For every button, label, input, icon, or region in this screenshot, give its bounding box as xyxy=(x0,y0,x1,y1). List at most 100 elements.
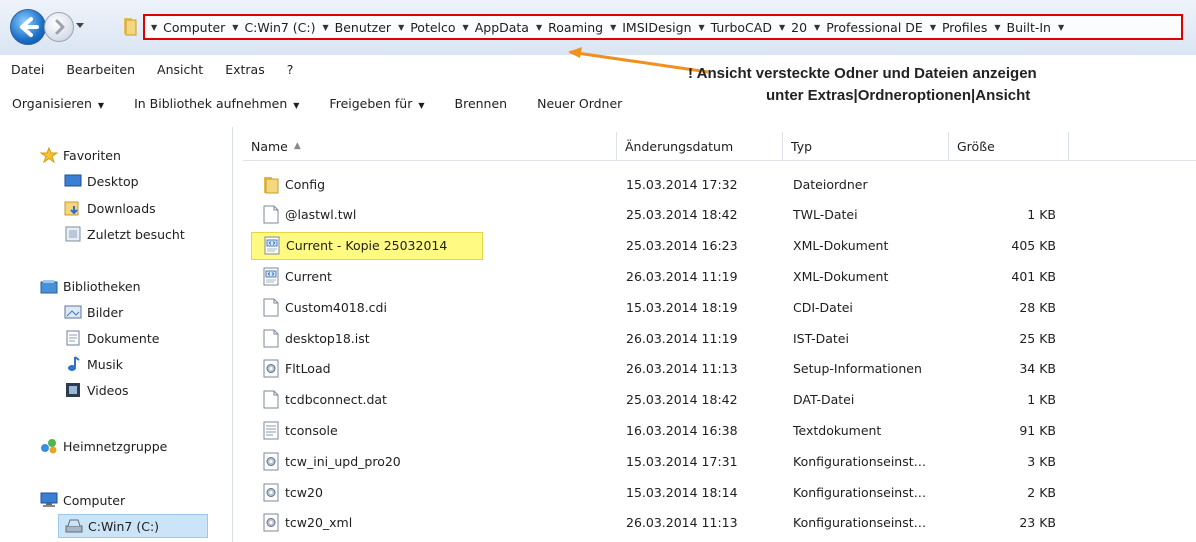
downloads-icon xyxy=(64,200,82,216)
sidebar-item-desktop[interactable]: Desktop xyxy=(64,173,139,189)
column-date[interactable]: Änderungsdatum xyxy=(617,132,783,160)
libraries-icon xyxy=(40,278,58,294)
file-name: tcw_ini_upd_pro20 xyxy=(285,453,401,469)
sidebar-label: Favoriten xyxy=(63,147,121,163)
file-name: Config xyxy=(285,176,326,192)
config-icon xyxy=(263,359,279,378)
annotation-line-1: ! Ansicht versteckte Odner und Dateien a… xyxy=(688,65,1037,82)
file-name: @lastwl.twl xyxy=(285,207,357,223)
sort-ascending-icon: ▲ xyxy=(293,141,301,151)
file-size: 1 KB xyxy=(1027,392,1056,408)
file-type: TWL-Datei xyxy=(793,207,858,223)
file-row[interactable]: Custom4018.cdi 15.03.2014 18:19 CDI-Datei 2… xyxy=(243,293,1196,321)
file-row[interactable]: tcw20 15.03.2014 18:14 Konfigurationseinst… xyxy=(243,478,1196,506)
sidebar-label: Heimnetzgruppe xyxy=(63,438,168,454)
file-name: FltLoad xyxy=(285,361,331,377)
sidebar-item-libraries[interactable]: Bibliotheken xyxy=(40,278,141,294)
file-icon xyxy=(263,205,279,224)
folder-icon xyxy=(263,175,279,194)
column-name[interactable]: Name ▲ xyxy=(243,132,617,160)
sidebar-label: Dokumente xyxy=(87,330,160,346)
file-size: 401 KB xyxy=(1011,268,1056,284)
file-row[interactable]: Config 15.03.2014 17:32 Dateiordner xyxy=(243,170,1196,198)
file-size: 28 KB xyxy=(1019,299,1056,315)
file-type: CDI-Datei xyxy=(793,299,853,315)
file-name: Current xyxy=(285,268,332,284)
xml-icon xyxy=(263,267,279,286)
sidebar-label: Desktop xyxy=(87,173,139,189)
file-type: XML-Dokument xyxy=(793,268,889,284)
file-type: Textdokument xyxy=(793,422,882,438)
file-date: 25.03.2014 18:42 xyxy=(626,392,738,408)
homegroup-icon xyxy=(40,438,58,454)
file-icon xyxy=(263,390,279,409)
sidebar-item-computer[interactable]: Computer xyxy=(40,492,125,508)
file-type: XML-Dokument xyxy=(793,238,889,254)
file-type: Dateiordner xyxy=(793,176,868,192)
config-icon xyxy=(263,452,279,471)
sidebar-item-homegroup[interactable]: Heimnetzgruppe xyxy=(40,438,167,454)
sidebar-item-pictures[interactable]: Bilder xyxy=(64,304,123,320)
video-film-icon xyxy=(64,382,82,398)
file-row[interactable]: @lastwl.twl 25.03.2014 18:42 TWL-Datei 1 KB xyxy=(243,201,1196,229)
file-name-cell: tconsole xyxy=(263,416,603,444)
sidebar-label: Bibliotheken xyxy=(63,278,141,294)
sidebar-label: Downloads xyxy=(87,200,156,216)
sidebar-item-favorites[interactable]: Favoriten xyxy=(39,146,121,164)
sidebar-item-music[interactable]: Musik xyxy=(64,356,123,372)
column-type[interactable]: Typ xyxy=(783,132,949,160)
file-name: tcw20_xml xyxy=(285,515,353,531)
file-date: 26.03.2014 11:13 xyxy=(626,361,738,377)
file-row[interactable]: tcw20_xml 26.03.2014 11:13 Konfigurationse… xyxy=(243,509,1196,537)
file-name-cell: Custom4018.cdi xyxy=(263,293,603,321)
file-type: DAT-Datei xyxy=(793,392,855,408)
file-name-cell: FltLoad xyxy=(263,355,603,383)
file-date: 15.03.2014 17:31 xyxy=(626,453,738,469)
desktop-icon xyxy=(64,173,82,189)
sidebar-item-downloads[interactable]: Downloads xyxy=(64,200,156,216)
file-type: Konfigurationseinst… xyxy=(793,453,927,469)
file-row[interactable]: Current - Kopie 25032014 25.03.2014 16:23… xyxy=(243,231,1196,260)
sidebar-item-documents[interactable]: Dokumente xyxy=(64,330,159,346)
file-row[interactable]: tcw_ini_upd_pro20 15.03.2014 17:31 Konfigu… xyxy=(243,447,1196,475)
recent-places-icon xyxy=(64,226,82,242)
sidebar-label: Computer xyxy=(63,492,126,508)
file-date: 26.03.2014 11:19 xyxy=(626,330,738,346)
file-row[interactable]: tcdbconnect.dat 25.03.2014 18:42 DAT-Datei… xyxy=(243,386,1196,414)
sidebar-item-recent[interactable]: Zuletzt besucht xyxy=(64,226,185,242)
file-size xyxy=(943,170,1056,198)
music-note-icon xyxy=(64,356,82,372)
file-name: desktop18.ist xyxy=(285,330,370,346)
file-size: 91 KB xyxy=(1019,422,1056,438)
annotation-note: ! Ansicht versteckte Odner und Dateien a… xyxy=(688,63,1188,107)
column-name-label: Name xyxy=(251,138,288,154)
file-size: 1 KB xyxy=(1027,207,1056,223)
file-name: tconsole xyxy=(285,422,338,438)
file-date: 26.03.2014 11:19 xyxy=(626,268,738,284)
file-row[interactable]: FltLoad 26.03.2014 11:13 Setup-Information… xyxy=(243,355,1196,383)
file-row[interactable]: desktop18.ist 26.03.2014 11:19 IST-Datei 25… xyxy=(243,324,1196,352)
file-name: Custom4018.cdi xyxy=(285,299,387,315)
column-size[interactable]: Größe xyxy=(949,132,1069,160)
file-size: 405 KB xyxy=(1011,238,1056,254)
file-name-cell: Config xyxy=(263,170,603,198)
file-icon xyxy=(263,329,279,348)
file-row[interactable]: Current 26.03.2014 11:19 XML-Dokument 401 K… xyxy=(243,262,1196,290)
file-row[interactable]: tconsole 16.03.2014 16:38 Textdokument 91 K… xyxy=(243,416,1196,444)
file-type: Konfigurationseinst… xyxy=(793,484,927,500)
sidebar-label: Zuletzt besucht xyxy=(87,226,185,242)
file-size: 3 KB xyxy=(1027,453,1056,469)
file-date: 15.03.2014 17:32 xyxy=(626,176,738,192)
xml-icon xyxy=(264,236,280,255)
column-header: Name ▲ Änderungsdatum Typ Größe xyxy=(243,132,1196,161)
file-name: tcdbconnect.dat xyxy=(285,392,387,408)
sidebar-label: Musik xyxy=(87,356,123,372)
file-name-cell: tcw20 xyxy=(263,478,603,506)
sidebar-item-videos[interactable]: Videos xyxy=(64,382,129,398)
drive-icon xyxy=(65,518,83,534)
file-name-cell: Current - Kopie 25032014 xyxy=(251,231,483,260)
navigation-pane: Favoriten Desktop Downloads Zuletzt besu… xyxy=(0,127,233,542)
sidebar-item-drive-c[interactable]: C:Win7 (C:) xyxy=(58,514,208,538)
annotation-line-2: unter Extras|Ordneroptionen|Ansicht xyxy=(766,87,1031,104)
file-name: tcw20 xyxy=(285,484,323,500)
